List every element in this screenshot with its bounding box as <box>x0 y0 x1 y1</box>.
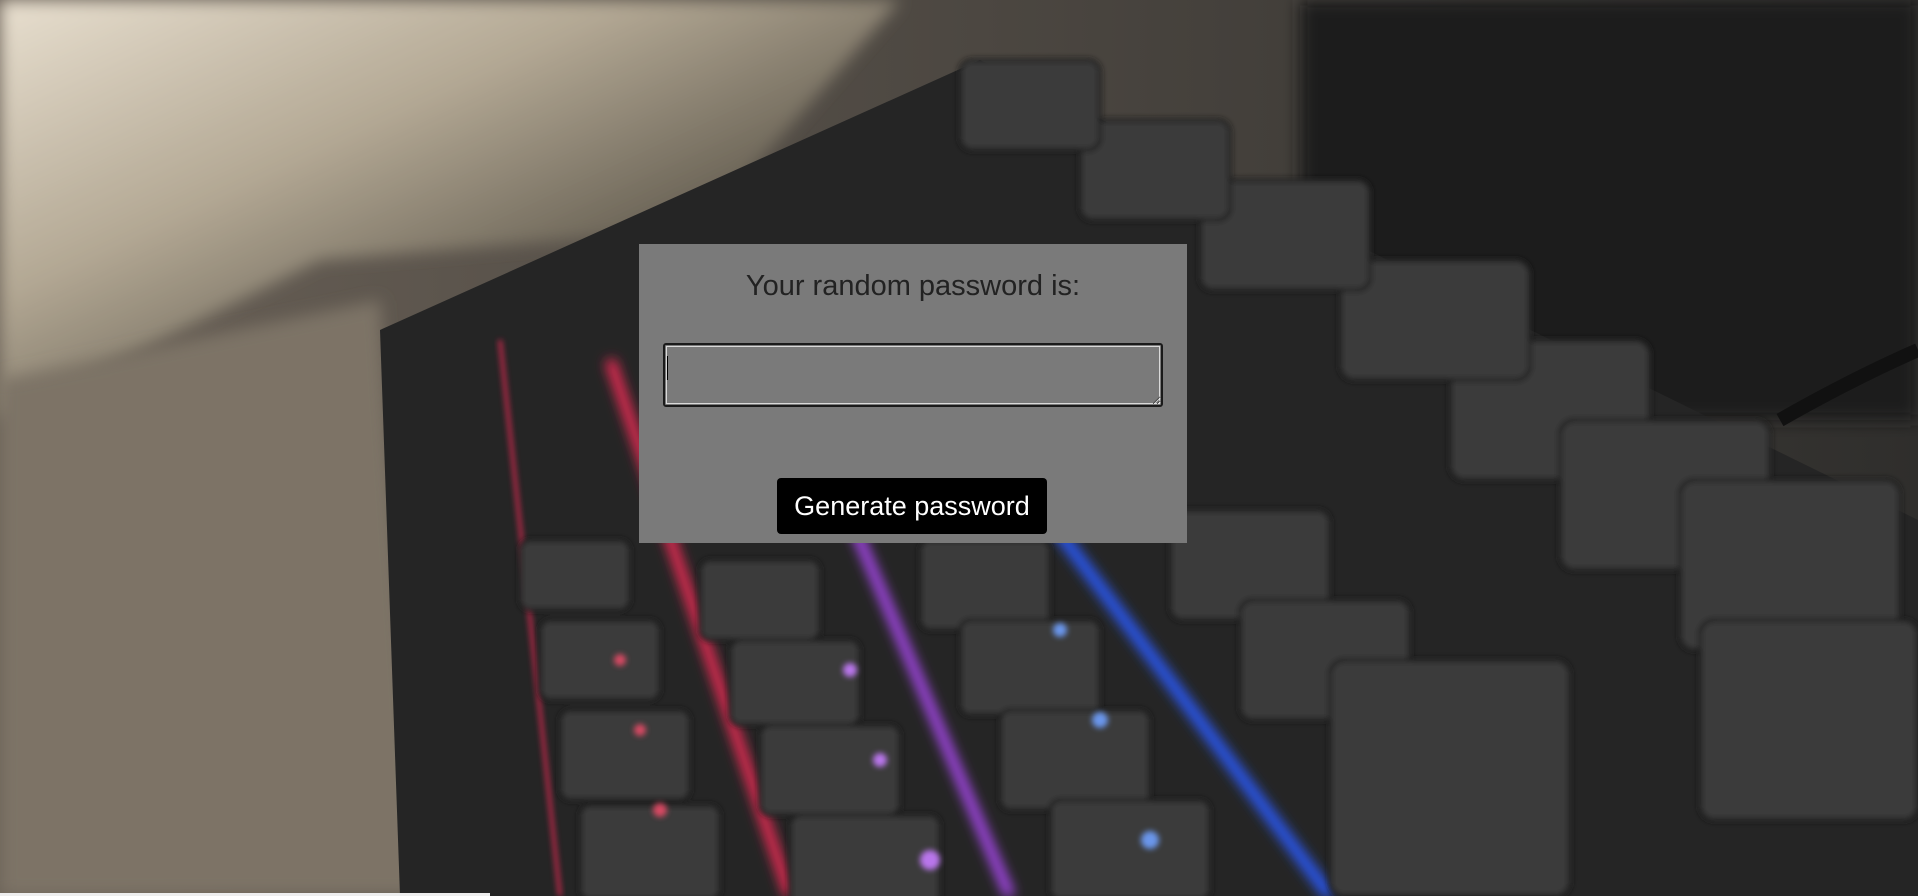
card-title: Your random password is: <box>745 270 1081 302</box>
password-card: Your random password is: Generate passwo… <box>639 244 1187 543</box>
password-output-field[interactable] <box>663 343 1163 407</box>
text-caret <box>667 356 668 380</box>
generate-password-button[interactable]: Generate password <box>777 478 1047 534</box>
